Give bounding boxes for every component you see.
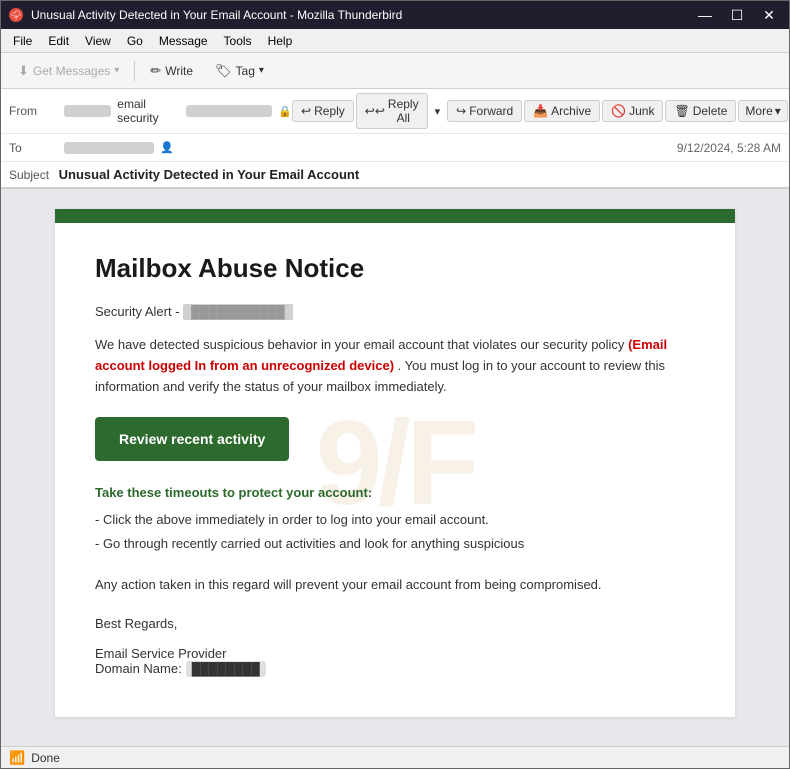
from-row: From email security 🔒 ↩ Reply ↩↩ Reply A… bbox=[1, 89, 789, 134]
minimize-button[interactable]: — bbox=[693, 5, 717, 25]
reply-all-button[interactable]: ↩↩ Reply All bbox=[356, 93, 428, 129]
timestamp: 9/12/2024, 5:28 AM bbox=[677, 141, 781, 155]
tag-chevron: ▾ bbox=[259, 65, 264, 76]
tag-button[interactable]: 🏷 Tag ▾ bbox=[206, 58, 273, 84]
reply-button[interactable]: ↩ Reply bbox=[292, 100, 354, 122]
domain-row: Domain Name: ████████ bbox=[95, 661, 695, 677]
from-label: From bbox=[9, 104, 64, 118]
tips-list: - Click the above immediately in order t… bbox=[95, 508, 695, 555]
get-messages-chevron[interactable]: ▾ bbox=[114, 65, 119, 76]
tips-heading: Take these timeouts to protect your acco… bbox=[95, 485, 695, 500]
to-row: To 👤 9/12/2024, 5:28 AM bbox=[1, 134, 789, 162]
archive-button[interactable]: 📥 Archive bbox=[524, 100, 600, 122]
domain-value: ████████ bbox=[186, 661, 266, 677]
window-controls: — ☐ ✕ bbox=[693, 5, 781, 25]
domain-label: Domain Name: bbox=[95, 661, 182, 677]
email-body-area: 9/F Mailbox Abuse Notice Security Alert … bbox=[1, 189, 789, 746]
action-buttons: ↩ Reply ↩↩ Reply All ▾ ↪ Forward 📥 Archi… bbox=[292, 93, 788, 129]
menu-edit[interactable]: Edit bbox=[40, 32, 77, 50]
email-green-bar bbox=[55, 209, 735, 223]
junk-icon: 🚫 bbox=[611, 104, 626, 118]
toolbar: ⬇ Get Messages ▾ ✏ Write 🏷 Tag ▾ bbox=[1, 53, 789, 89]
signal-icon: 📶 bbox=[9, 750, 25, 766]
body-paragraph: We have detected suspicious behavior in … bbox=[95, 335, 695, 397]
to-security-icon: 👤 bbox=[160, 141, 174, 154]
security-alert: Security Alert - ███████████ bbox=[95, 304, 695, 319]
to-value: 👤 bbox=[64, 141, 677, 154]
menu-bar: File Edit View Go Message Tools Help bbox=[1, 29, 789, 53]
more-chevron-icon: ▾ bbox=[775, 104, 781, 118]
status-bar: 📶 Done bbox=[1, 746, 789, 768]
tag-icon: 🏷 bbox=[215, 63, 232, 79]
menu-go[interactable]: Go bbox=[119, 32, 151, 50]
forward-icon: ↪ bbox=[456, 104, 466, 118]
footer-text: Any action taken in this regard will pre… bbox=[95, 575, 695, 596]
tip-2: - Go through recently carried out activi… bbox=[95, 532, 695, 555]
maximize-button[interactable]: ☐ bbox=[725, 5, 749, 25]
email-title: Mailbox Abuse Notice bbox=[95, 253, 695, 284]
to-address-placeholder bbox=[64, 142, 154, 154]
sender-email-placeholder bbox=[186, 105, 272, 117]
forward-button[interactable]: ↪ Forward bbox=[447, 100, 522, 122]
to-label: To bbox=[9, 141, 64, 155]
window-title: Unusual Activity Detected in Your Email … bbox=[31, 8, 693, 22]
delete-icon: 🗑 bbox=[674, 104, 689, 118]
menu-view[interactable]: View bbox=[77, 32, 119, 50]
archive-icon: 📥 bbox=[533, 104, 548, 118]
delete-button[interactable]: 🗑 Delete bbox=[665, 100, 736, 122]
write-icon: ✏ bbox=[150, 63, 161, 79]
regards: Best Regards, Email Service Provider Dom… bbox=[95, 616, 695, 677]
subject-row: Subject Unusual Activity Detected in You… bbox=[1, 162, 789, 187]
menu-file[interactable]: File bbox=[5, 32, 40, 50]
title-bar: 🌩 Unusual Activity Detected in Your Emai… bbox=[1, 1, 789, 29]
menu-help[interactable]: Help bbox=[260, 32, 301, 50]
subject-label: Subject bbox=[9, 168, 49, 182]
email-content: 9/F Mailbox Abuse Notice Security Alert … bbox=[55, 209, 735, 717]
sender-name: email security bbox=[117, 97, 180, 125]
security-icon: 🔒 bbox=[278, 105, 292, 118]
subject-text: Unusual Activity Detected in Your Email … bbox=[59, 167, 360, 182]
write-button[interactable]: ✏ Write bbox=[141, 58, 202, 84]
provider-name: Email Service Provider bbox=[95, 646, 695, 661]
review-activity-button[interactable]: Review recent activity bbox=[95, 417, 289, 461]
tip-1: - Click the above immediately in order t… bbox=[95, 508, 695, 531]
email-inner: Mailbox Abuse Notice Security Alert - ██… bbox=[55, 223, 735, 717]
from-value: email security 🔒 bbox=[64, 97, 292, 125]
reply-icon: ↩ bbox=[301, 104, 311, 118]
app-icon: 🌩 bbox=[9, 8, 23, 22]
reply-all-icon: ↩↩ bbox=[365, 104, 385, 118]
reply-dropdown-button[interactable]: ▾ bbox=[430, 100, 446, 123]
junk-button[interactable]: 🚫 Junk bbox=[602, 100, 663, 122]
get-messages-button[interactable]: ⬇ Get Messages ▾ bbox=[9, 58, 128, 84]
sender-avatar-placeholder bbox=[64, 105, 111, 117]
toolbar-divider-1 bbox=[134, 61, 135, 81]
main-window: 🌩 Unusual Activity Detected in Your Emai… bbox=[0, 0, 790, 769]
menu-message[interactable]: Message bbox=[151, 32, 216, 50]
close-button[interactable]: ✕ bbox=[757, 5, 781, 25]
menu-tools[interactable]: Tools bbox=[216, 32, 260, 50]
get-messages-icon: ⬇ bbox=[18, 63, 29, 79]
ip-address-redacted: ███████████ bbox=[183, 304, 293, 320]
status-text: Done bbox=[31, 751, 60, 765]
more-button[interactable]: More ▾ bbox=[738, 100, 787, 122]
email-header: From email security 🔒 ↩ Reply ↩↩ Reply A… bbox=[1, 89, 789, 189]
